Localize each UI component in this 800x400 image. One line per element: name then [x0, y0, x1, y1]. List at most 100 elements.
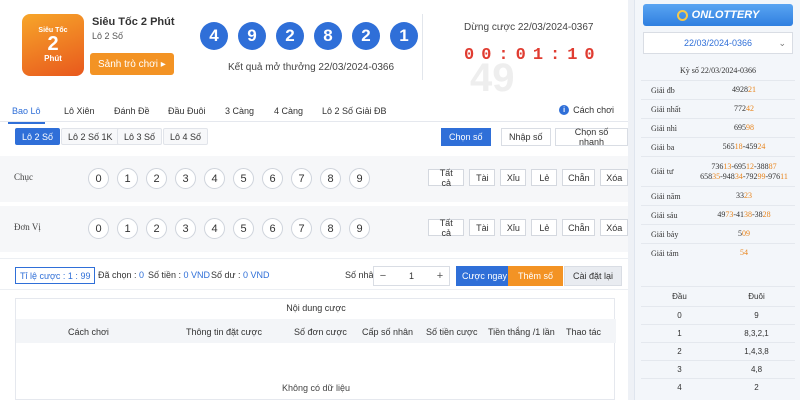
- tens-row: Chục 0123456789 Tất cả Tài Xỉu Lẻ Chẵn Xóa: [0, 156, 628, 202]
- digit-ball[interactable]: 7: [291, 168, 312, 189]
- digit-ball[interactable]: 0: [88, 218, 109, 239]
- tab-item[interactable]: 3 Càng: [225, 106, 254, 116]
- digit-ball[interactable]: 0: [88, 168, 109, 189]
- prize-digits: 28: [762, 210, 771, 219]
- prize-value: 69598: [693, 123, 795, 133]
- draw-select[interactable]: 22/03/2024-0366 ⌄: [643, 32, 793, 54]
- prize-name: Giải nhất: [651, 104, 681, 114]
- quick-select-button[interactable]: Chẵn: [562, 169, 596, 186]
- prize-digits: 695: [734, 123, 746, 132]
- prize-name: Giải đb: [651, 85, 675, 95]
- quick-select-button[interactable]: Xóa: [600, 169, 628, 186]
- prize-digits: 12: [746, 161, 754, 171]
- digit-ball[interactable]: 6: [262, 168, 283, 189]
- digit-ball[interactable]: 5: [233, 168, 254, 189]
- digit-ball[interactable]: 3: [175, 168, 196, 189]
- game-title: Siêu Tốc 2 Phút: [92, 16, 175, 28]
- subtab-item[interactable]: Lô 4 Số: [163, 128, 209, 145]
- prize-digits: -948: [720, 171, 735, 181]
- tab-item[interactable]: Lô 2 Số Giải ĐB: [322, 106, 387, 116]
- units-row: Đơn Vị 0123456789 Tất cả Tài Xỉu Lẻ Chẵn Xóa: [0, 206, 628, 252]
- multiplier-input[interactable]: 1: [392, 271, 431, 281]
- digit-ball[interactable]: 9: [349, 218, 370, 239]
- brand-logo[interactable]: ONLOTTERY: [643, 4, 793, 26]
- prize-digits: -41: [733, 210, 744, 219]
- digit-ball[interactable]: 8: [320, 218, 341, 239]
- quick-select-button[interactable]: Chẵn: [562, 219, 596, 236]
- quick-select-button[interactable]: Xóa: [600, 219, 628, 236]
- table-header: Cách chơi Thông tin đặt cược Số đơn cược Cấ…: [16, 319, 616, 343]
- tail-digits: 8,3,2,1: [744, 329, 769, 338]
- countdown-digit: 0: [464, 46, 475, 65]
- prize-digits: 09: [742, 229, 750, 238]
- quick-select-button[interactable]: Lẻ: [531, 169, 558, 186]
- stop-label: Dừng cược 22/03/2024-0367: [464, 22, 594, 33]
- digit-picker: 0123456789: [88, 218, 370, 239]
- digit-ball[interactable]: 3: [175, 218, 196, 239]
- mode-button[interactable]: Nhập số: [501, 128, 551, 146]
- tab-item[interactable]: Lô Xiên: [64, 106, 95, 116]
- digit-ball[interactable]: 7: [291, 218, 312, 239]
- tab-item[interactable]: Đánh Đề: [114, 106, 150, 116]
- prize-value: 509: [693, 229, 795, 239]
- head-tail-row: 2 1,4,3,8: [641, 342, 795, 360]
- mode-button[interactable]: Chọn số: [441, 128, 491, 146]
- tab-item[interactable]: Đầu Đuôi: [168, 106, 206, 116]
- prize-digits: 35: [712, 171, 721, 181]
- digit-ball[interactable]: 4: [204, 218, 225, 239]
- result-ball: 1: [390, 22, 418, 50]
- chosen-count: Đã chọn : 0: [98, 270, 144, 280]
- quick-select-button[interactable]: Tài: [469, 219, 496, 236]
- prize-name: Giải nhì: [651, 123, 677, 133]
- prize-digits: 24: [757, 142, 766, 151]
- digit-picker: 0123456789: [88, 168, 370, 189]
- prize-digits: 658: [700, 171, 713, 181]
- digit-ball[interactable]: 1: [117, 218, 138, 239]
- result-label: Kết quả mở thưởng 22/03/2024-0366: [228, 62, 395, 73]
- prize-digits: -695: [731, 161, 746, 171]
- prize-digits: 87: [768, 161, 777, 171]
- quick-select-button[interactable]: Tất cả: [428, 218, 465, 238]
- prize-row: Giải đb 492821: [641, 80, 795, 99]
- prize-row: Giải năm 3323: [641, 186, 795, 205]
- head-digit: 1: [677, 329, 682, 338]
- plus-button[interactable]: +: [431, 270, 449, 282]
- prize-digits: 21: [748, 85, 756, 94]
- prize-digits: 565: [722, 142, 735, 151]
- digit-ball[interactable]: 9: [349, 168, 370, 189]
- minus-button[interactable]: −: [374, 270, 392, 282]
- prize-value: 77242: [693, 104, 795, 114]
- digit-ball[interactable]: 8: [320, 168, 341, 189]
- tab-item[interactable]: Bao Lô: [8, 106, 45, 124]
- digit-ball[interactable]: 2: [146, 168, 167, 189]
- reset-button[interactable]: Cài đặt lại: [564, 266, 623, 286]
- head-digit: 2: [677, 347, 682, 356]
- rules-link[interactable]: i Cách chơi: [559, 105, 614, 115]
- quick-select-button[interactable]: Tài: [469, 169, 496, 186]
- stat-label: Đã chọn :: [98, 270, 140, 280]
- digit-ball[interactable]: 5: [233, 218, 254, 239]
- add-number-button[interactable]: Thêm số: [508, 266, 564, 286]
- head-tail-row: 09: [641, 306, 795, 324]
- digit-ball[interactable]: 1: [117, 168, 138, 189]
- tab-item[interactable]: 4 Càng: [274, 106, 303, 116]
- bet-now-button[interactable]: Cược ngay: [456, 266, 513, 286]
- countdown-digit: 0: [584, 46, 595, 65]
- prize-digits: 33: [736, 191, 744, 200]
- subtab-item[interactable]: Lô 3 Số: [117, 128, 163, 145]
- quick-select-button[interactable]: Xỉu: [500, 219, 527, 236]
- digit-ball[interactable]: 2: [146, 218, 167, 239]
- quick-select-button[interactable]: Xỉu: [500, 169, 527, 186]
- prize-name: Giải bảy: [651, 229, 679, 239]
- mode-button[interactable]: Chọn số nhanh: [555, 127, 628, 147]
- digit-ball[interactable]: 4: [204, 168, 225, 189]
- subtab-item[interactable]: Lô 2 Số 1K: [61, 128, 120, 145]
- lobby-button[interactable]: Sảnh trò chơi ▸: [90, 53, 174, 75]
- prize-digits: 38: [744, 210, 752, 219]
- head-tail-row: 3 4,8: [641, 360, 795, 378]
- quick-select-button[interactable]: Tất cả: [428, 168, 465, 188]
- quick-select-button[interactable]: Lẻ: [531, 219, 558, 236]
- subtab-item[interactable]: Lô 2 Số: [15, 128, 61, 145]
- stat-value: 0 VND: [183, 270, 211, 280]
- digit-ball[interactable]: 6: [262, 218, 283, 239]
